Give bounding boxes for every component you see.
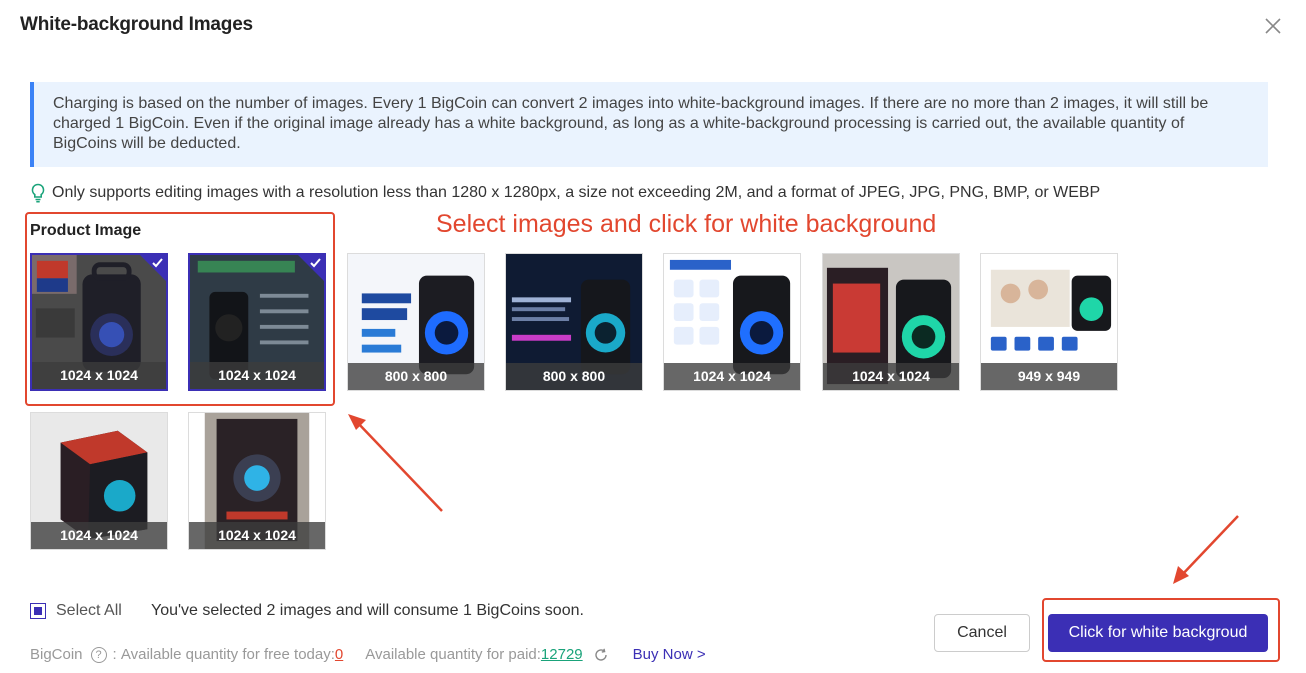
image-dimensions: 1024 x 1024 (32, 362, 166, 389)
image-dimensions: 1024 x 1024 (664, 363, 800, 390)
selected-check-icon (298, 255, 324, 281)
help-icon[interactable]: ? (90, 646, 107, 663)
product-image-2[interactable]: 1024 x 1024 (188, 253, 326, 391)
image-dimensions: 800 x 800 (506, 363, 642, 390)
bigcoin-info: BigCoin ? : Available quantity for free … (30, 646, 706, 663)
image-dimensions: 1024 x 1024 (190, 362, 324, 389)
billing-notice-text: Charging is based on the number of image… (53, 95, 1209, 152)
buy-now-link[interactable]: Buy Now > (633, 646, 706, 663)
product-image-6[interactable]: 1024 x 1024 (822, 253, 960, 391)
product-image-4[interactable]: 800 x 800 (505, 253, 643, 391)
select-all-label: Select All (56, 602, 122, 619)
cancel-button[interactable]: Cancel (934, 614, 1030, 652)
arrow-to-images-icon (348, 414, 443, 512)
paid-quantity-value[interactable]: 12729 (541, 646, 583, 663)
dialog-title: White-background Images (20, 14, 253, 35)
billing-notice: Charging is based on the number of image… (30, 82, 1268, 167)
lightbulb-icon (31, 183, 45, 203)
annotation-text: Select images and click for white backgr… (436, 210, 937, 238)
white-background-button[interactable]: Click for white backgroud (1048, 614, 1268, 652)
bigcoin-label: BigCoin (30, 646, 83, 663)
format-tip: Only supports editing images with a reso… (30, 183, 1100, 203)
image-dimensions: 800 x 800 (348, 363, 484, 390)
selection-summary: You've selected 2 images and will consum… (151, 602, 584, 619)
section-label: Product Image (30, 222, 142, 239)
arrow-to-button-icon (1173, 515, 1239, 584)
selected-check-icon (140, 255, 166, 281)
product-image-7[interactable]: 949 x 949 (980, 253, 1118, 391)
close-icon[interactable] (1262, 15, 1284, 37)
image-dimensions: 1024 x 1024 (823, 363, 959, 390)
product-image-5[interactable]: 1024 x 1024 (663, 253, 801, 391)
image-dimensions: 1024 x 1024 (189, 522, 325, 549)
product-image-8[interactable]: 1024 x 1024 (30, 412, 168, 550)
image-dimensions: 1024 x 1024 (31, 522, 167, 549)
paid-quantity-label: Available quantity for paid: (365, 646, 541, 663)
product-image-9[interactable]: 1024 x 1024 (188, 412, 326, 550)
free-quantity-value: 0 (334, 646, 344, 663)
free-quantity-label: Available quantity for free today: (120, 646, 335, 663)
select-all-checkbox[interactable]: Select All (30, 602, 122, 620)
select-all-check-icon[interactable] (30, 603, 46, 619)
product-image-3[interactable]: 800 x 800 (347, 253, 485, 391)
image-dimensions: 949 x 949 (981, 363, 1117, 390)
format-tip-text: Only supports editing images with a reso… (52, 184, 1101, 201)
product-image-1[interactable]: 1024 x 1024 (30, 253, 168, 391)
refresh-icon[interactable] (593, 647, 609, 663)
